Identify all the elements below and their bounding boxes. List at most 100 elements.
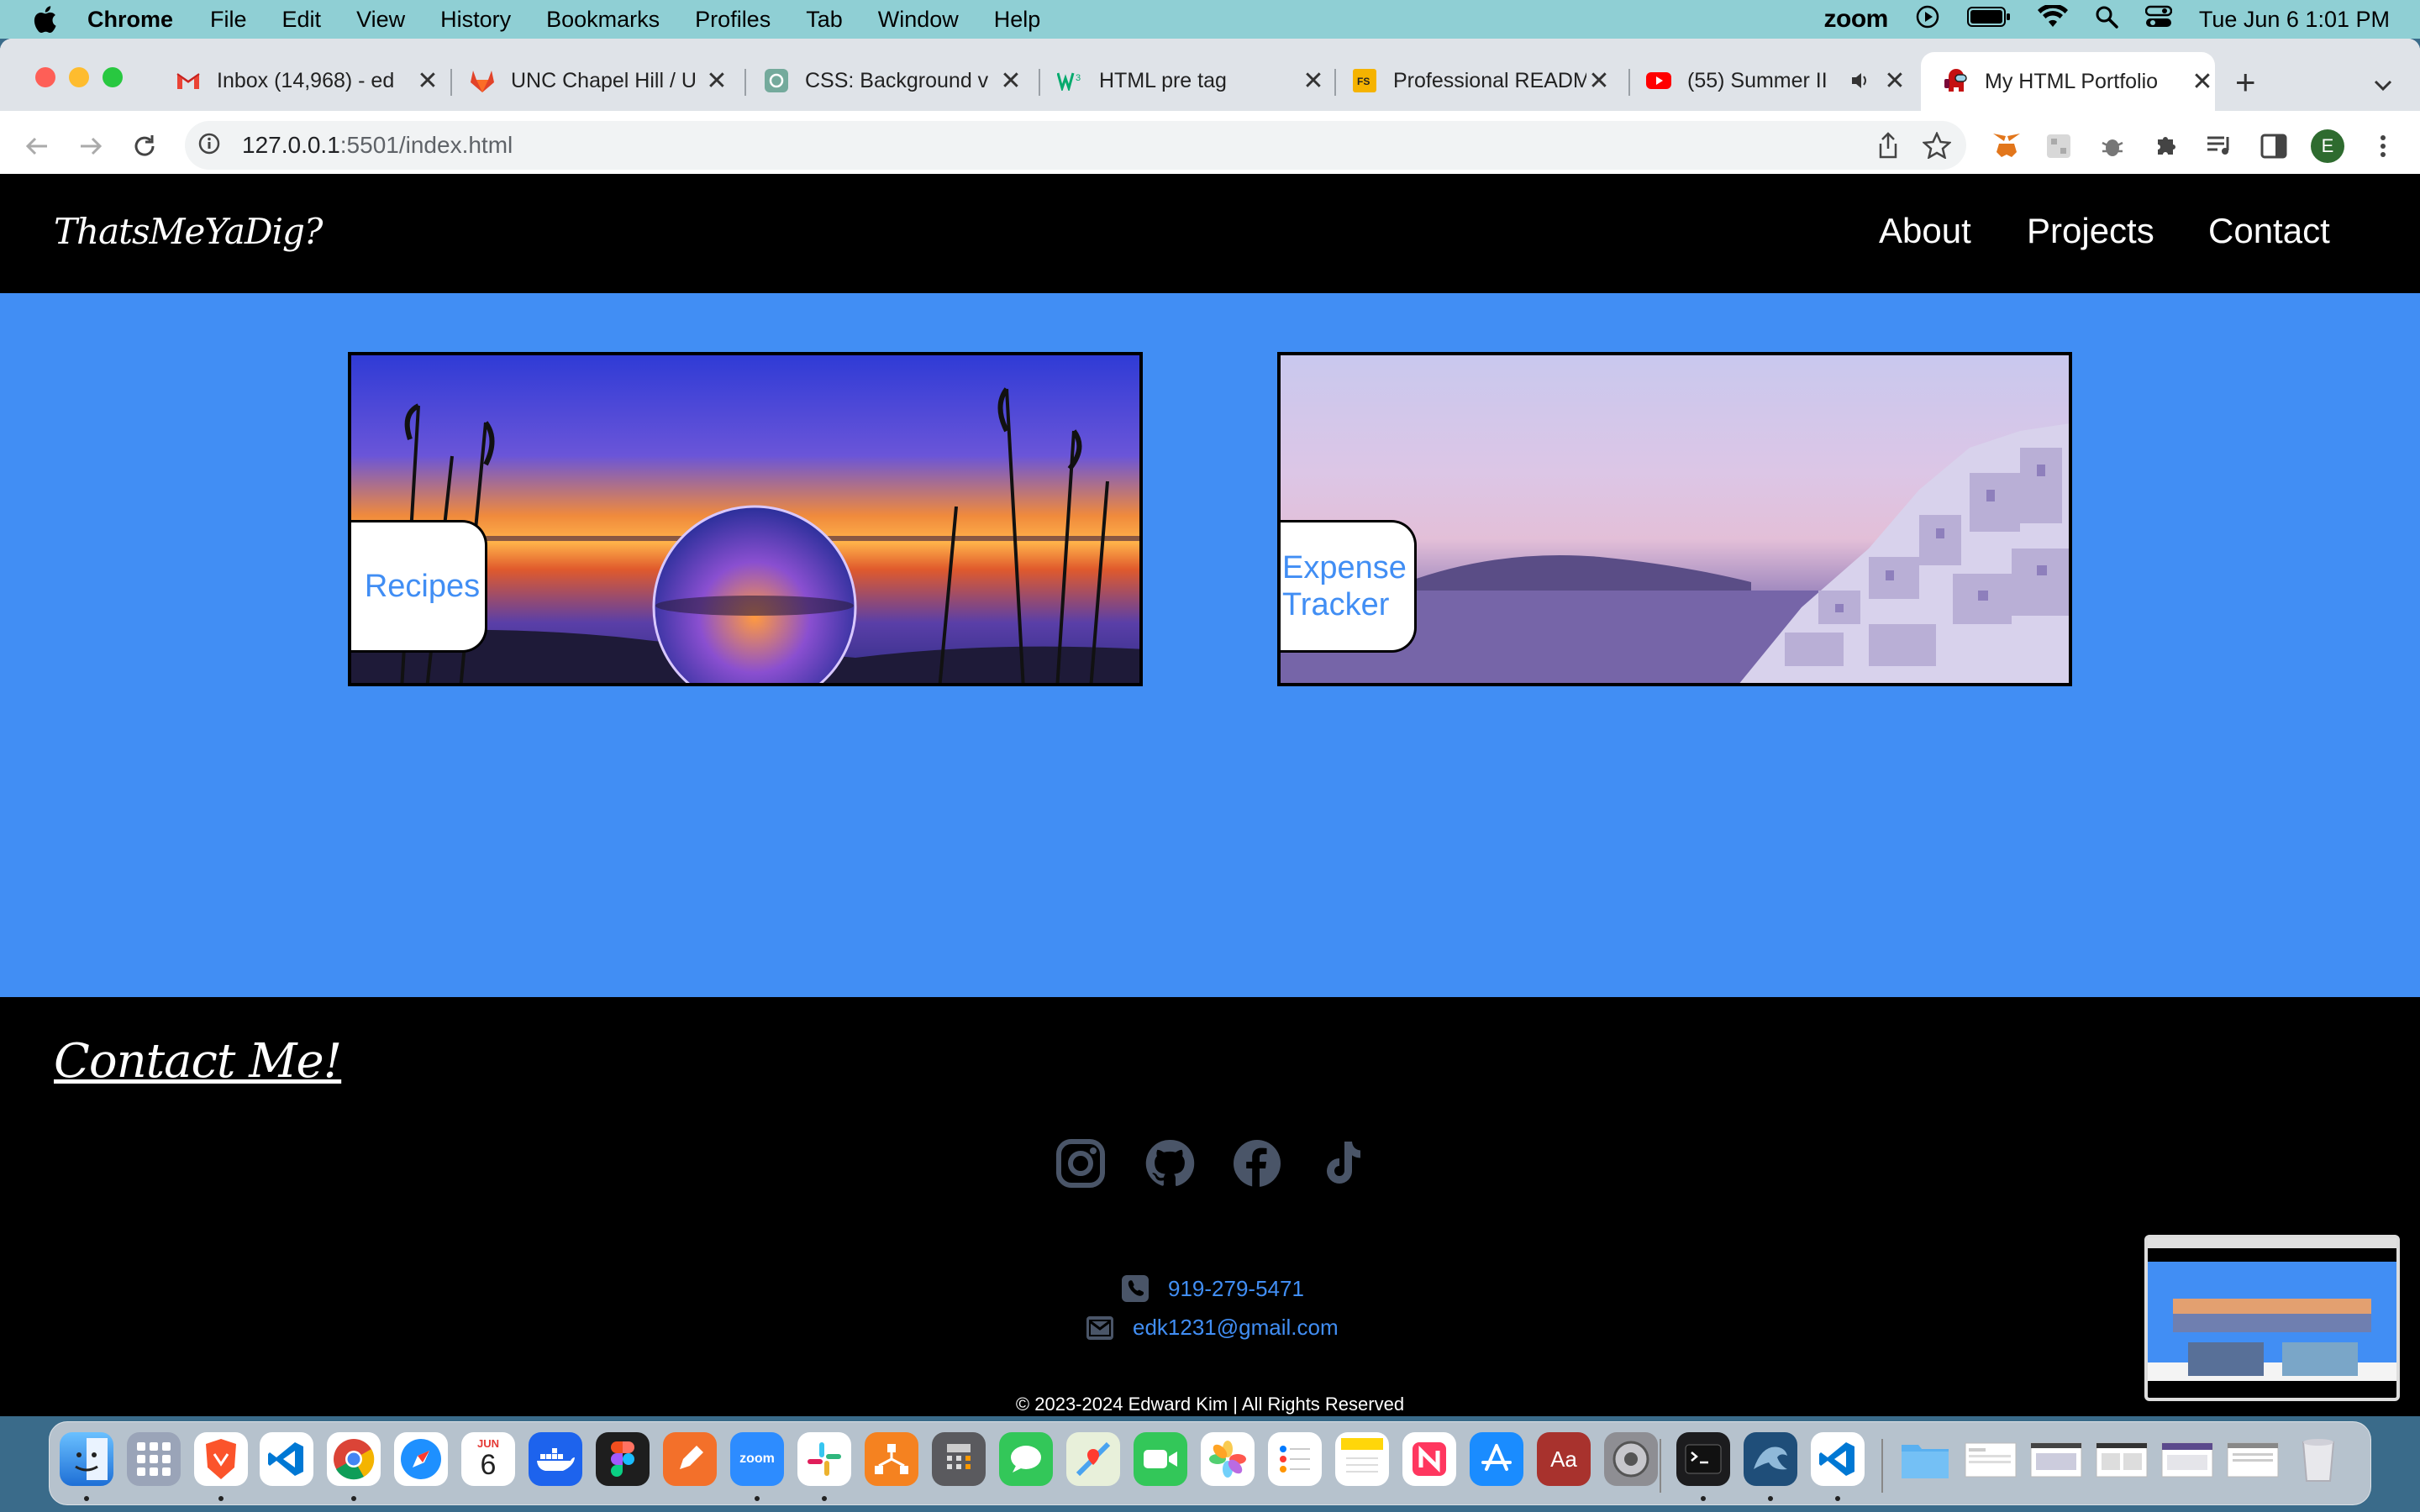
site-info-icon[interactable] bbox=[198, 133, 220, 159]
phone-row[interactable]: 919-279-5471 bbox=[1121, 1274, 1304, 1303]
chrome-icon[interactable] bbox=[327, 1432, 381, 1486]
reminders-icon[interactable] bbox=[1268, 1432, 1322, 1486]
maximize-window-button[interactable] bbox=[103, 67, 123, 87]
menu-file[interactable]: File bbox=[210, 7, 247, 33]
spotlight-search-icon[interactable] bbox=[2095, 5, 2118, 34]
close-tab-icon[interactable]: ✕ bbox=[1301, 66, 1326, 96]
facetime-icon[interactable] bbox=[1134, 1432, 1187, 1486]
pencil-app-icon[interactable] bbox=[663, 1432, 717, 1486]
screenshot-thumbnail[interactable] bbox=[2144, 1235, 2400, 1401]
close-tab-icon[interactable]: ✕ bbox=[415, 66, 440, 96]
close-tab-icon[interactable]: ✕ bbox=[704, 66, 729, 96]
battery-icon[interactable] bbox=[1966, 6, 2011, 34]
messages-icon[interactable] bbox=[999, 1432, 1053, 1486]
qr-extension-icon[interactable] bbox=[2040, 128, 2077, 165]
close-tab-icon[interactable]: ✕ bbox=[2190, 67, 2215, 97]
recent-window-thumbnail-icon[interactable] bbox=[2226, 1432, 2280, 1486]
media-controls-icon[interactable] bbox=[2202, 128, 2238, 165]
chrome-menu-icon[interactable] bbox=[2365, 128, 2402, 165]
nav-about-link[interactable]: About bbox=[1879, 211, 1971, 251]
project-card-recipes[interactable]: Recipes bbox=[348, 352, 1143, 686]
notes-icon[interactable] bbox=[1335, 1432, 1389, 1486]
site-logo[interactable]: ThatsMeYaDig? bbox=[54, 211, 323, 252]
metamask-extension-icon[interactable] bbox=[1988, 128, 2025, 165]
calendar-icon[interactable]: JUN 6 bbox=[461, 1432, 515, 1486]
play-icon[interactable] bbox=[1915, 4, 1940, 35]
trash-icon[interactable] bbox=[2291, 1432, 2345, 1486]
control-center-icon[interactable] bbox=[2144, 5, 2173, 34]
recent-window-thumbnail-icon[interactable] bbox=[2160, 1432, 2214, 1486]
menu-history[interactable]: History bbox=[440, 7, 511, 33]
close-window-button[interactable] bbox=[35, 67, 55, 87]
speaker-icon[interactable] bbox=[1850, 71, 1870, 90]
slack-icon[interactable] bbox=[797, 1432, 851, 1486]
figma-icon[interactable] bbox=[596, 1432, 650, 1486]
menu-app-name[interactable]: Chrome bbox=[87, 7, 173, 33]
menu-tab[interactable]: Tab bbox=[806, 7, 843, 33]
maps-icon[interactable] bbox=[1066, 1432, 1120, 1486]
menu-help[interactable]: Help bbox=[994, 7, 1041, 33]
mysql-workbench-icon[interactable] bbox=[1744, 1432, 1797, 1486]
menu-edit[interactable]: Edit bbox=[282, 7, 322, 33]
launchpad-icon[interactable] bbox=[127, 1432, 181, 1486]
apple-icon[interactable] bbox=[30, 5, 59, 34]
tab-youtube[interactable]: (55) Summer II ✕ bbox=[1645, 57, 1907, 104]
tiktok-icon[interactable] bbox=[1318, 1138, 1368, 1189]
address-bar[interactable]: 127.0.0.1:5501/index.html bbox=[185, 121, 1966, 170]
tab-search-chevron-icon[interactable] bbox=[2373, 72, 2393, 98]
calculator-icon[interactable] bbox=[932, 1432, 986, 1486]
zoom-app-icon[interactable]: zoom bbox=[730, 1432, 784, 1486]
close-tab-icon[interactable]: ✕ bbox=[1586, 66, 1612, 96]
tab-w3schools[interactable]: 3 HTML pre tag ✕ bbox=[1057, 57, 1326, 104]
vscode-running-icon[interactable] bbox=[1811, 1432, 1865, 1486]
new-tab-button[interactable]: + bbox=[2235, 65, 2256, 100]
close-tab-icon[interactable]: ✕ bbox=[1882, 66, 1907, 96]
app-store-icon[interactable] bbox=[1470, 1432, 1523, 1486]
menubar-clock[interactable]: Tue Jun 6 1:01 PM bbox=[2199, 7, 2390, 33]
docker-icon[interactable] bbox=[529, 1432, 582, 1486]
tab-chatgpt[interactable]: CSS: Background v ✕ bbox=[763, 57, 1023, 104]
nav-contact-link[interactable]: Contact bbox=[2208, 211, 2330, 251]
email-address[interactable]: edk1231@gmail.com bbox=[1133, 1315, 1339, 1341]
downloads-folder-icon[interactable] bbox=[1898, 1432, 1952, 1486]
brave-browser-icon[interactable] bbox=[194, 1432, 248, 1486]
tab-gitlab[interactable]: UNC Chapel Hill / U ✕ bbox=[469, 57, 729, 104]
instagram-icon[interactable] bbox=[1055, 1138, 1106, 1189]
menu-profiles[interactable]: Profiles bbox=[695, 7, 771, 33]
facebook-icon[interactable] bbox=[1232, 1138, 1282, 1189]
tab-gmail[interactable]: Inbox (14,968) - ed ✕ bbox=[175, 57, 440, 104]
menu-view[interactable]: View bbox=[356, 7, 405, 33]
system-settings-icon[interactable] bbox=[1604, 1432, 1658, 1486]
menu-window[interactable]: Window bbox=[878, 7, 959, 33]
github-icon[interactable] bbox=[1144, 1138, 1195, 1189]
wifi-icon[interactable] bbox=[2037, 3, 2068, 34]
tab-portfolio-active[interactable]: My HTML Portfolio ✕ bbox=[1921, 52, 2215, 111]
phone-number[interactable]: 919-279-5471 bbox=[1168, 1276, 1304, 1302]
news-icon[interactable] bbox=[1402, 1432, 1456, 1486]
recent-window-thumbnail-icon[interactable] bbox=[2095, 1432, 2149, 1486]
terminal-icon[interactable] bbox=[1676, 1432, 1730, 1486]
safari-icon[interactable] bbox=[394, 1432, 448, 1486]
dictionary-icon[interactable]: Aa bbox=[1537, 1432, 1591, 1486]
side-panel-icon[interactable] bbox=[2255, 128, 2292, 165]
project-card-expense-tracker[interactable]: Expense Tracker bbox=[1277, 352, 2072, 686]
recent-window-thumbnail-icon[interactable] bbox=[1964, 1432, 2018, 1486]
zoom-status-item[interactable]: zoom bbox=[1824, 5, 1889, 34]
nav-projects-link[interactable]: Projects bbox=[2027, 211, 2154, 251]
extensions-puzzle-icon[interactable] bbox=[2148, 128, 2185, 165]
tab-readme[interactable]: FS Professional READM ✕ bbox=[1351, 57, 1612, 104]
bug-extension-icon[interactable] bbox=[2094, 128, 2131, 165]
recent-window-thumbnail-icon[interactable] bbox=[2029, 1432, 2083, 1486]
share-icon[interactable] bbox=[1876, 132, 1901, 163]
profile-avatar[interactable]: E bbox=[2309, 128, 2346, 165]
project-label-recipes[interactable]: Recipes bbox=[351, 520, 487, 653]
bookmark-star-icon[interactable] bbox=[1921, 130, 1953, 163]
photos-icon[interactable] bbox=[1201, 1432, 1255, 1486]
reload-icon[interactable] bbox=[126, 128, 163, 165]
email-row[interactable]: edk1231@gmail.com bbox=[1086, 1315, 1339, 1341]
project-label-expense-tracker[interactable]: Expense Tracker bbox=[1281, 520, 1417, 653]
forward-arrow-icon[interactable] bbox=[72, 128, 109, 165]
finder-icon[interactable] bbox=[60, 1432, 113, 1486]
network-app-icon[interactable] bbox=[865, 1432, 918, 1486]
close-tab-icon[interactable]: ✕ bbox=[998, 66, 1023, 96]
